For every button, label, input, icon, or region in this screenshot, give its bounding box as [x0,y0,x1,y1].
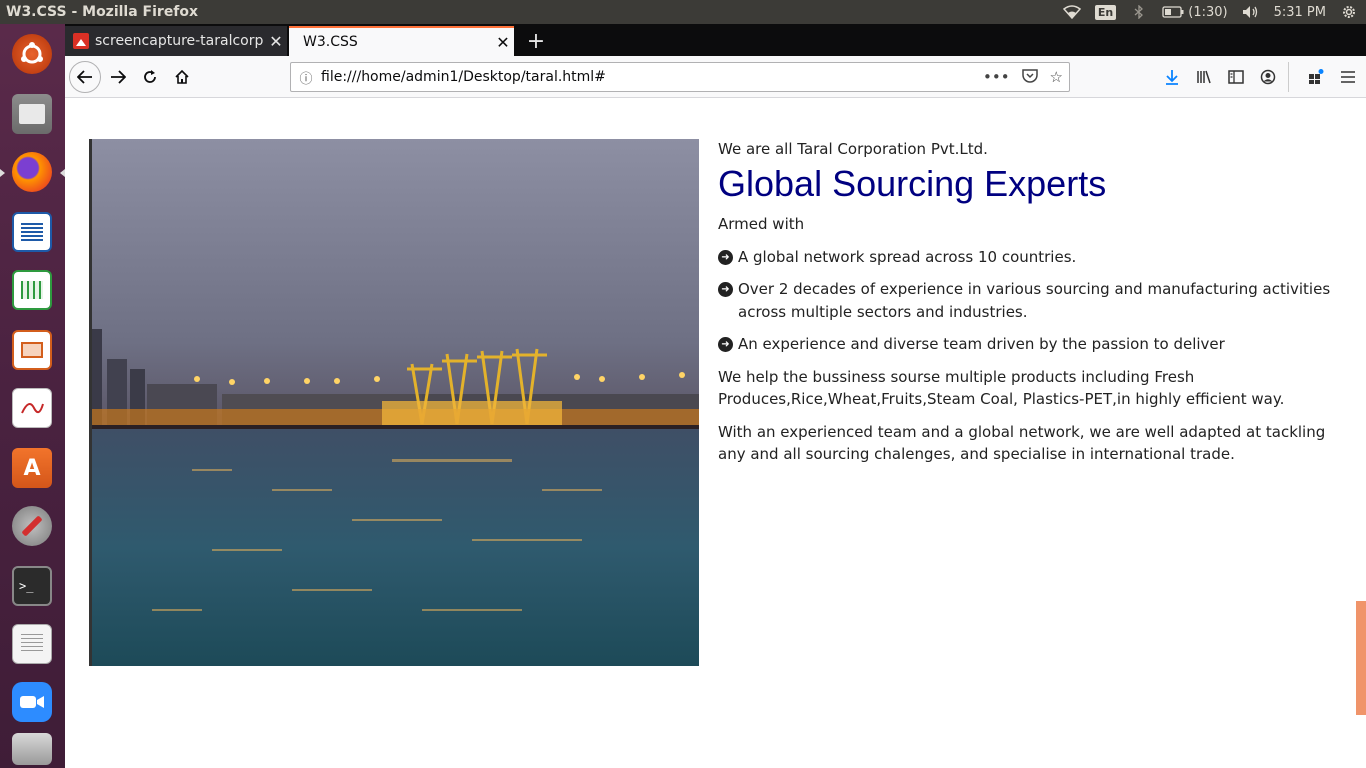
clock[interactable]: 5:31 PM [1274,5,1326,20]
bullet-item: ➜ An experience and diverse team driven … [718,333,1338,356]
firefox-icon[interactable] [8,148,56,196]
libreoffice-calc-icon[interactable] [8,266,56,314]
scrollbar-thumb[interactable] [1356,601,1366,715]
extensions-icon[interactable] [1304,62,1328,92]
tab-w3css[interactable]: W3.CSS ✕ [289,26,514,56]
reload-button[interactable] [135,62,165,92]
forward-button[interactable] [103,62,133,92]
intro-text-column: We are all Taral Corporation Pvt.Ltd. Gl… [718,139,1338,476]
page-actions-menu-icon[interactable]: ••• [983,68,1010,87]
tab-label: screencapture-taralcorp [95,33,264,49]
settings-gear-icon[interactable] [1340,4,1358,20]
browser-tab-bar: screencapture-taralcorp ✕ W3.CSS ✕ + [65,24,1366,56]
browser-navigation-bar: ⓘ file:///home/admin1/Desktop/taral.html… [65,56,1366,98]
pocket-icon[interactable] [1021,68,1038,87]
window-title: W3.CSS - Mozilla Firefox [6,4,199,20]
products-paragraph: We help the bussiness sourse multiple pr… [718,367,1285,409]
libreoffice-writer-icon[interactable] [8,208,56,256]
image-favicon-icon [73,33,89,49]
team-paragraph: With an experienced team and a global ne… [718,422,1326,464]
toolbar-divider [1288,62,1296,92]
system-settings-icon[interactable] [8,502,56,550]
wifi-icon[interactable] [1062,4,1081,20]
bullet-text: Over 2 decades of experience in various … [738,280,1331,321]
page-headline: Global Sourcing Experts [718,163,1107,204]
libreoffice-impress-icon[interactable] [8,326,56,374]
battery-icon [1162,6,1184,18]
library-icon[interactable] [1192,62,1216,92]
harbor-photo [89,139,699,666]
os-top-bar: W3.CSS - Mozilla Firefox En (1:30) 5:31 … [0,0,1366,24]
arrow-circle-right-icon: ➜ [718,337,733,352]
close-tab-icon[interactable]: ✕ [492,33,514,52]
battery-indicator[interactable]: (1:30) [1162,4,1228,20]
armed-with-label: Armed with [718,215,805,233]
url-bar[interactable]: ⓘ file:///home/admin1/Desktop/taral.html… [290,62,1070,92]
url-text[interactable]: file:///home/admin1/Desktop/taral.html# [321,69,983,85]
bullet-text: An experience and diverse team driven by… [738,335,1225,353]
system-tray: En (1:30) 5:31 PM [1062,0,1366,24]
page-scrollbar[interactable] [1356,99,1366,768]
info-icon[interactable]: ⓘ [291,68,321,87]
arrow-left-icon [77,70,92,84]
bullet-item: ➜ A global network spread across 10 coun… [718,246,1338,269]
disk-icon[interactable] [8,730,56,768]
sidebar-icon[interactable] [1224,62,1248,92]
terminal-icon[interactable]: >_ [8,562,56,610]
account-icon[interactable] [1256,62,1280,92]
tab-label: W3.CSS [303,34,358,50]
home-icon [175,69,189,84]
new-tab-button[interactable]: + [521,26,551,56]
home-button[interactable] [167,62,197,92]
toolbar-right [1160,62,1360,92]
unity-launcher: A >_ [0,24,65,768]
company-intro: We are all Taral Corporation Pvt.Ltd. [718,140,988,158]
zoom-icon[interactable] [8,678,56,726]
downloads-icon[interactable] [1160,62,1184,92]
bullet-text: A global network spread across 10 countr… [738,247,1077,266]
bullet-item: ➜ Over 2 decades of experience in variou… [718,278,1338,323]
page-content: We are all Taral Corporation Pvt.Ltd. Gl… [65,99,1356,768]
document-viewer-icon[interactable] [8,384,56,432]
arrow-right-icon [111,70,126,84]
close-tab-icon[interactable]: ✕ [265,32,287,51]
back-button[interactable] [69,61,101,93]
text-editor-icon[interactable] [8,620,56,668]
reload-icon [144,70,156,83]
arrow-circle-right-icon: ➜ [718,249,733,265]
bookmark-star-icon[interactable]: ☆ [1050,68,1063,87]
files-icon[interactable] [8,90,56,138]
hamburger-menu-icon[interactable] [1336,62,1360,92]
bluetooth-icon[interactable] [1130,4,1148,20]
software-center-icon[interactable]: A [8,444,56,492]
arrow-circle-right-icon: ➜ [718,282,733,297]
active-indicator-arrow [0,169,5,177]
volume-icon[interactable] [1242,4,1260,20]
tab-screencapture[interactable]: screencapture-taralcorp ✕ [65,26,287,56]
language-indicator[interactable]: En [1094,4,1117,20]
battery-time: (1:30) [1188,4,1228,20]
ubuntu-dash-icon[interactable] [8,30,56,78]
